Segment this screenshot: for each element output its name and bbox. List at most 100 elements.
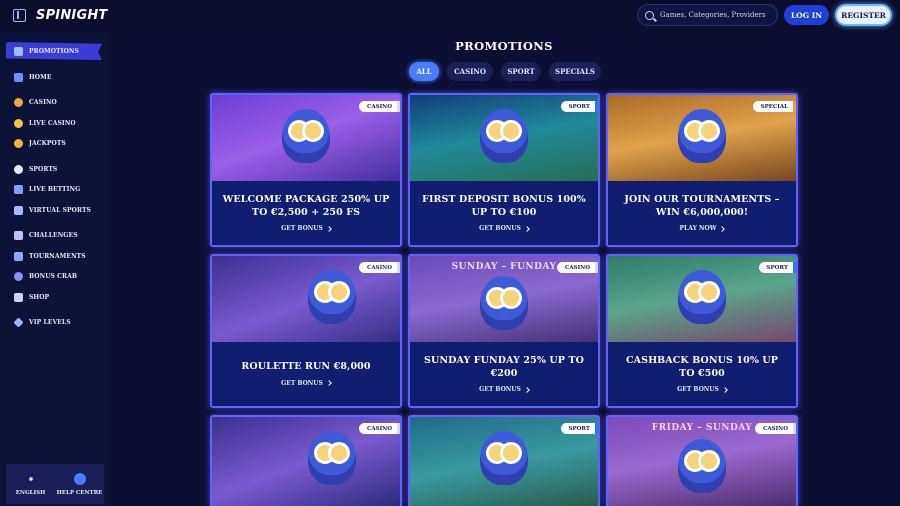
sidebar: PROMOTIONS HOME CASINO LIVE CASINO JACKP… [0,32,108,506]
card-banner: JOIN OUR TOURNAMENTS – WIN €6,000,000! P… [608,181,796,245]
promo-title: WELCOME PACKAGE 250% UP TO €2,500 + 250 … [222,194,390,218]
chevron-right-icon [719,225,726,232]
crab-icon [14,271,23,281]
language-label: ENGLISH [15,489,46,496]
cta-label: GET BONUS [479,386,521,393]
sidebar-item-label: BONUS CRAB [29,272,78,280]
promo-title: CASHBACK BONUS 10% UP TO €500 [626,355,778,379]
get-bonus-button[interactable]: GET BONUS [281,225,332,232]
chevron-right-icon [524,386,530,393]
card-banner: FIRST DEPOSIT BONUS 100% UP TO €100 GET … [410,181,598,245]
get-bonus-button[interactable]: GET BONUS [479,386,530,393]
owl-mascot-icon [678,109,726,163]
live-casino-icon [14,118,23,128]
sidebar-item-label: VIP LEVELS [29,318,71,326]
search-icon [645,10,654,20]
sidebar-item-casino[interactable]: CASINO [6,93,102,111]
owl-mascot-icon [480,276,528,330]
filter-sport[interactable]: SPORT [501,62,541,81]
get-bonus-button[interactable]: GET BONUS [479,225,530,232]
chevron-right-icon [524,225,530,232]
sidebar-item-virtual-sports[interactable]: VIRTUAL SPORTS [6,201,102,219]
sidebar-item-label: HOME [29,73,52,81]
sidebar-item-bonus-crab[interactable]: BONUS CRAB [6,267,102,285]
virtual-sports-icon [14,205,23,215]
casino-icon [14,97,23,107]
card-banner: SUNDAY FUNDAY 25% UP TO €200 GET BONUS [410,342,598,406]
sidebar-item-promotions[interactable]: PROMOTIONS [6,42,102,60]
owl-mascot-icon [308,270,357,324]
sidebar-item-label: SPORTS [29,165,58,173]
register-button[interactable]: REGISTER [835,4,892,26]
promo-card-cashback[interactable]: SPORT CASHBACK BONUS 10% UP TO €500 GET … [606,254,798,408]
sidebar-item-tournaments[interactable]: TOURNAMENTS [6,247,102,265]
sidebar-toggle-icon[interactable] [13,9,26,22]
category-tag: SPECIAL [752,101,796,112]
page-title: PROMOTIONS [455,39,553,53]
sidebar-item-vip-levels[interactable]: VIP LEVELS [6,313,102,331]
help-centre-link[interactable]: HELP CENTRE [55,464,104,504]
uk-flag-icon [24,472,37,485]
jackpot-icon [14,138,23,148]
get-bonus-button[interactable]: GET BONUS [677,386,728,393]
cta-label: PLAY NOW [679,225,717,232]
category-tag: CASINO [754,423,796,434]
filter-casino[interactable]: CASINO [447,62,493,81]
card-banner: ROULETTE RUN €8,000 GET BONUS [212,342,400,406]
promo-card-roulette-run[interactable]: CASINO ROULETTE RUN €8,000 GET BONUS [210,254,402,408]
filter-tabs: ALL CASINO SPORT SPECIALS [409,62,601,82]
sidebar-item-home[interactable]: HOME [6,68,102,86]
chevron-right-icon [326,225,332,232]
help-label: HELP CENTRE [56,489,103,496]
category-tag: CASINO [358,262,400,273]
card-banner: WELCOME PACKAGE 250% UP TO €2,500 + 250 … [212,181,400,245]
cta-label: GET BONUS [677,386,719,393]
sidebar-item-label: LIVE BETTING [29,185,81,193]
sidebar-item-label: TOURNAMENTS [29,252,86,260]
football-icon [14,164,23,174]
promo-card-tournaments[interactable]: SPECIAL JOIN OUR TOURNAMENTS – WIN €6,00… [606,93,798,247]
shop-icon [14,292,23,302]
sidebar-item-challenges[interactable]: CHALLENGES [6,226,102,244]
filter-specials[interactable]: SPECIALS [549,62,601,81]
promo-card[interactable]: FRIDAY – SUNDAY CASINO [606,415,798,506]
sidebar-item-label: JACKPOTS [29,139,66,147]
sidebar-item-label: LIVE CASINO [29,119,76,127]
search-bar[interactable] [637,4,778,26]
promo-title: FIRST DEPOSIT BONUS 100% UP TO €100 [422,194,586,218]
promo-card[interactable]: SPORT [408,415,600,506]
sidebar-item-live-casino[interactable]: LIVE CASINO [6,114,102,132]
top-header: SPINIGHT LOG IN REGISTER [0,0,900,32]
cta-label: GET BONUS [479,225,521,232]
sidebar-item-label: SHOP [29,293,50,301]
sidebar-item-label: CHALLENGES [29,231,78,239]
owl-mascot-icon [678,439,726,493]
sidebar-item-jackpots[interactable]: JACKPOTS [6,134,102,152]
promo-title: SUNDAY FUNDAY 25% UP TO €200 [424,355,584,379]
promo-card-welcome[interactable]: CASINO WELCOME PACKAGE 250% UP TO €2,500… [210,93,402,247]
language-selector[interactable]: ENGLISH [6,464,55,504]
promo-card[interactable]: CASINO [210,415,402,506]
play-now-button[interactable]: PLAY NOW [679,225,726,232]
sidebar-item-shop[interactable]: SHOP [6,288,102,306]
sidebar-item-sports[interactable]: SPORTS [6,160,102,178]
get-bonus-button[interactable]: GET BONUS [281,380,332,387]
category-tag: CASINO [358,101,400,112]
sidebar-item-label: CASINO [29,98,57,106]
promo-card-first-deposit[interactable]: SPORT FIRST DEPOSIT BONUS 100% UP TO €10… [408,93,600,247]
live-betting-icon [14,184,23,194]
login-button[interactable]: LOG IN [784,5,829,25]
sidebar-item-label: PROMOTIONS [29,47,79,55]
diamond-icon [13,316,24,328]
owl-mascot-icon [282,109,330,163]
promo-card-sunday-funday[interactable]: SUNDAY – FUNDAY CASINO SUNDAY FUNDAY 25%… [408,254,600,408]
search-input[interactable] [660,11,775,19]
gift-icon [14,46,23,56]
logo[interactable]: SPINIGHT [36,8,107,23]
promo-title: JOIN OUR TOURNAMENTS – WIN €6,000,000! [624,194,780,218]
trophy-icon [14,251,23,261]
filter-all[interactable]: ALL [409,62,439,81]
challenges-icon [14,230,23,240]
cta-label: GET BONUS [281,225,323,232]
sidebar-item-live-betting[interactable]: LIVE BETTING [6,180,102,198]
